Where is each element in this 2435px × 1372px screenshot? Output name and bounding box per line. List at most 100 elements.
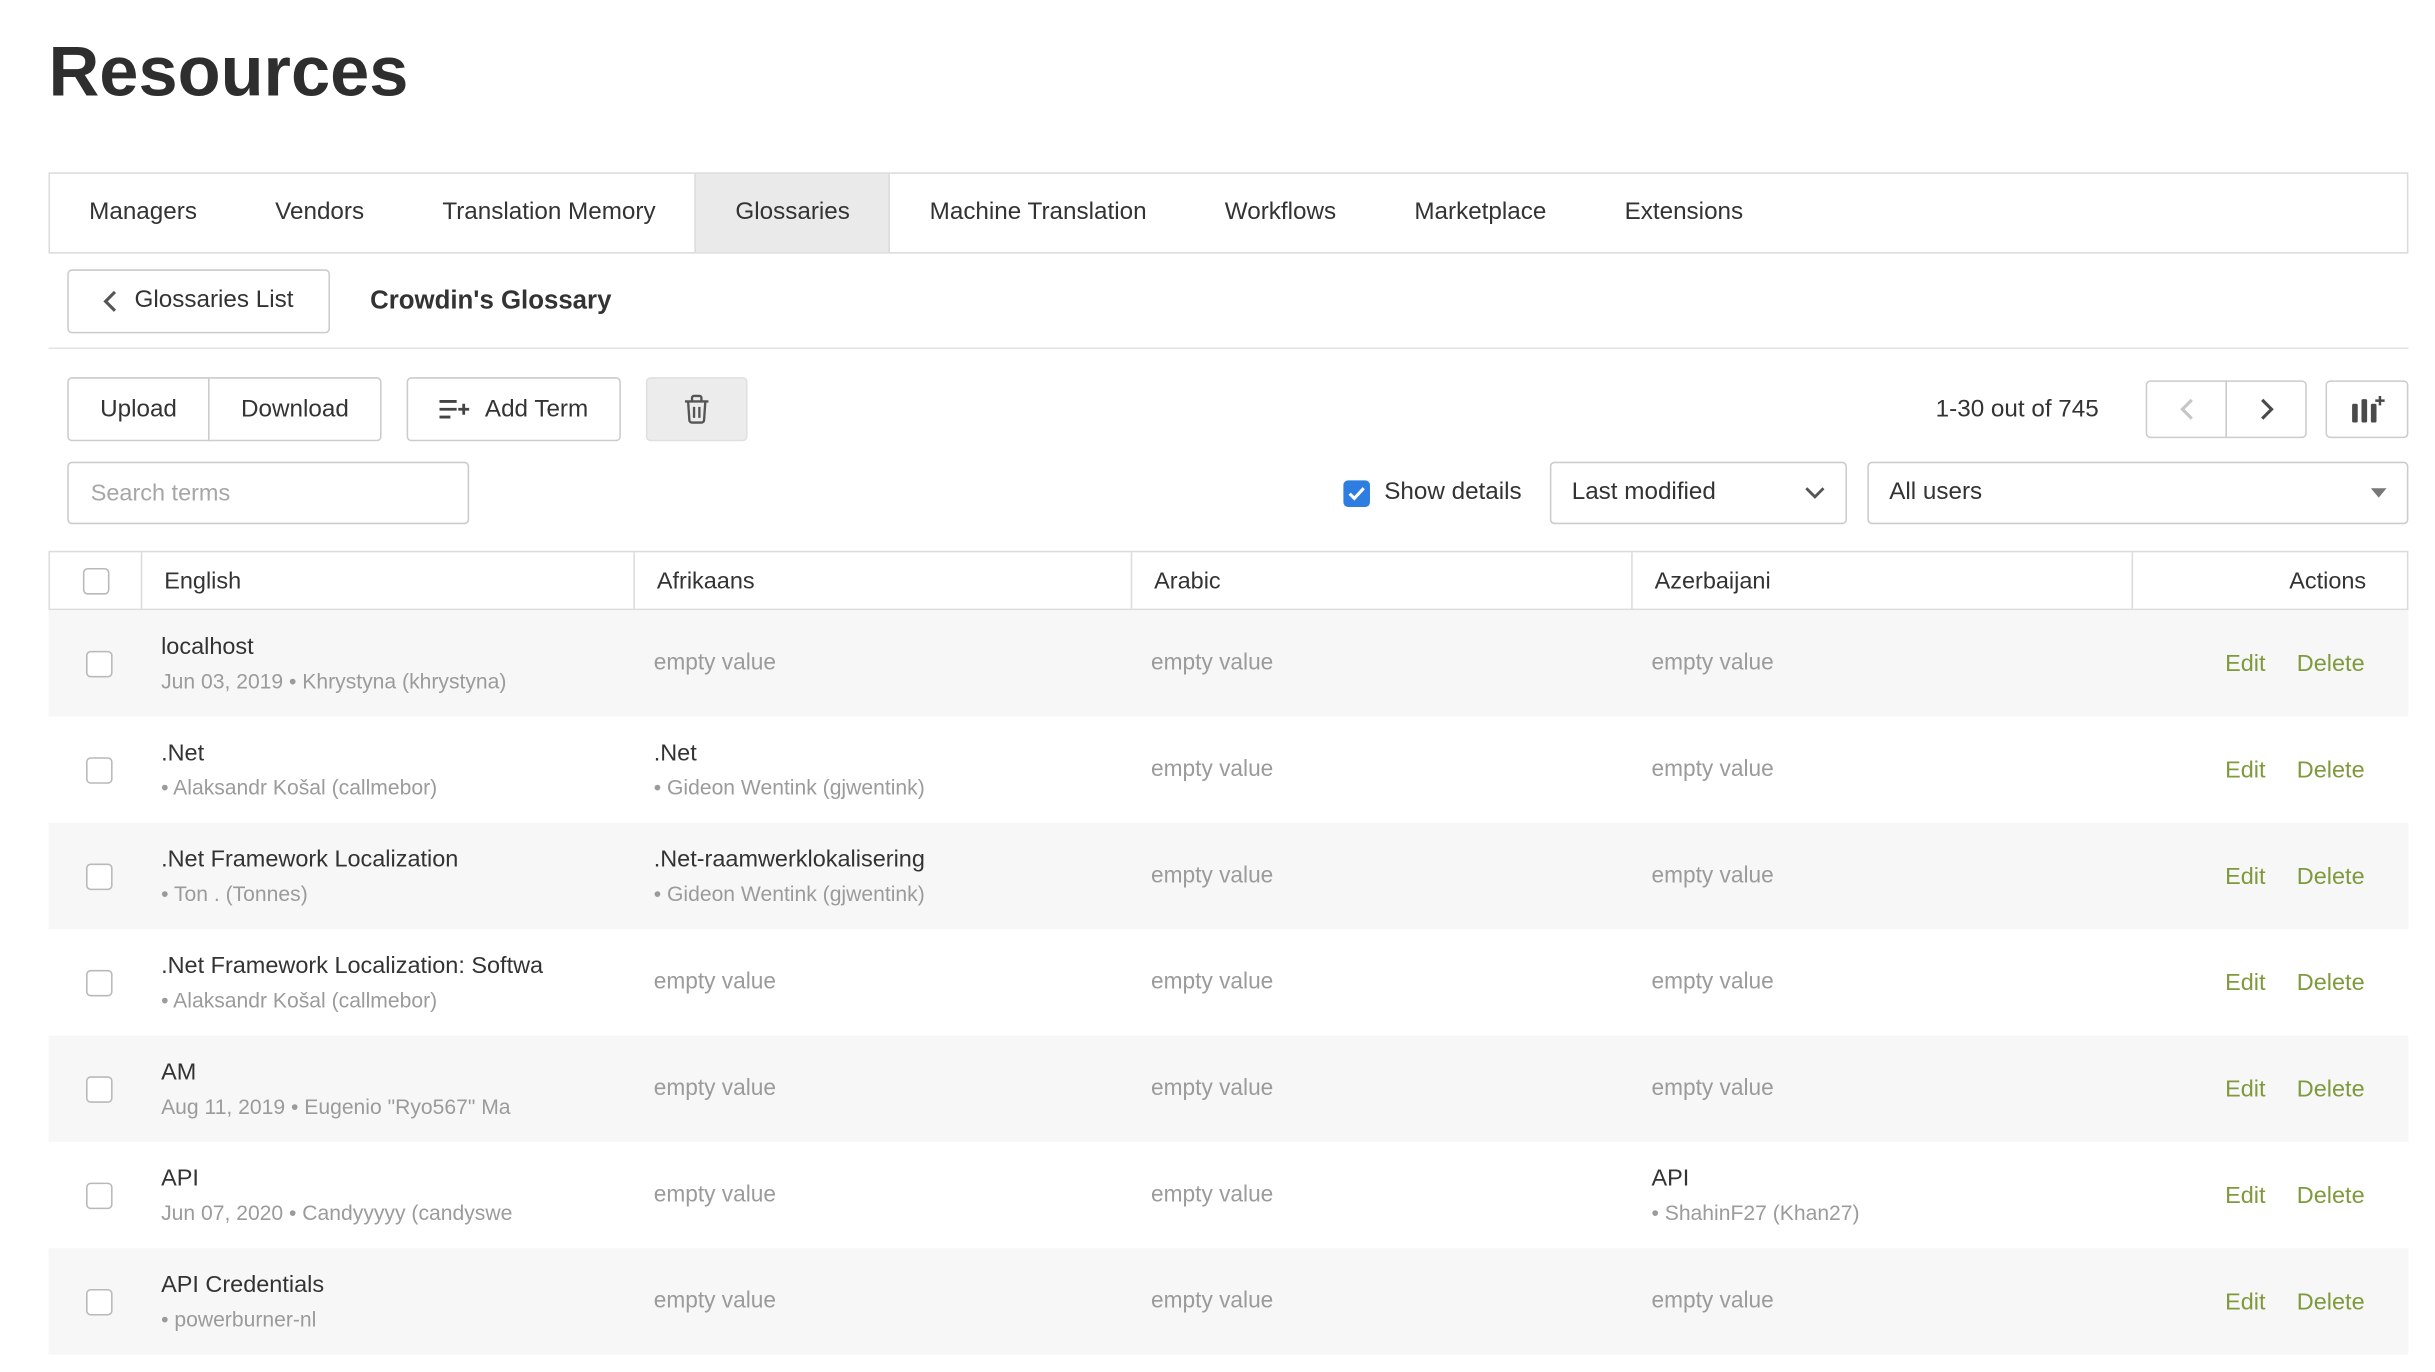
search-input[interactable] [67,462,469,525]
term-meta: Jun 07, 2020 • Candyyyyy (candyswe [161,1201,610,1224]
cell-actions: Edit Delete [2130,1248,2408,1354]
delete-link[interactable]: Delete [2297,756,2365,783]
delete-link[interactable]: Delete [2297,1075,2365,1102]
cell-afrikaans: empty value [632,929,1129,1035]
tab-managers[interactable]: Managers [50,174,236,252]
term-text: API Credentials [161,1272,610,1299]
delete-selected-button[interactable] [646,377,748,441]
cell-arabic: empty value [1129,610,1629,716]
table-row: API Jun 07, 2020 • Candyyyyy (candyswe e… [48,1142,2408,1248]
delete-link[interactable]: Delete [2297,863,2365,890]
row-checkbox[interactable] [86,650,113,677]
chevron-left-icon [2179,398,2193,421]
sort-select[interactable]: Last modified [1550,462,1847,525]
empty-value: empty value [1151,1289,1608,1314]
cell-azerbaijani: empty value [1630,1036,2130,1142]
tab-translation-memory[interactable]: Translation Memory [403,174,694,252]
edit-link[interactable]: Edit [2225,969,2265,996]
term-meta: • ShahinF27 (Khan27) [1651,1201,2108,1224]
delete-link[interactable]: Delete [2297,969,2365,996]
row-checkbox[interactable] [86,756,113,783]
checkbox-checked-icon [1344,480,1371,507]
resources-page: Resources Managers Vendors Translation M… [0,30,2435,1372]
row-checkbox[interactable] [86,1075,113,1102]
cell-english: AM Aug 11, 2019 • Eugenio "Ryo567" Ma [139,1036,632,1142]
table-header: English Afrikaans Arabic Azerbaijani Act… [48,551,2408,610]
columns-icon [2350,394,2384,424]
cell-arabic: empty value [1129,823,1629,929]
delete-link[interactable]: Delete [2297,1288,2365,1315]
row-checkbox[interactable] [86,1182,113,1209]
row-checkbox-cell [48,1036,139,1142]
table-row: localhost Jun 03, 2019 • Khrystyna (khry… [48,610,2408,716]
glossaries-list-back-button[interactable]: Glossaries List [67,268,329,332]
row-checkbox-cell [48,1248,139,1354]
download-button[interactable]: Download [208,377,381,441]
empty-value: empty value [654,1183,1108,1208]
cell-afrikaans: .Net-raamwerklokalisering • Gideon Wenti… [632,823,1129,929]
term-text: .Net Framework Localization [161,846,610,873]
next-page-button[interactable] [2225,380,2306,438]
cell-english: .Net Framework Localization: Softwa • Al… [139,929,632,1035]
upload-download-group: Upload Download [67,377,381,441]
table-row: API Credentials • powerburner-nl empty v… [48,1248,2408,1354]
empty-value: empty value [1151,1183,1608,1208]
trash-icon [684,394,711,424]
column-header-afrikaans[interactable]: Afrikaans [633,552,1130,608]
empty-value: empty value [1651,757,2108,782]
tab-marketplace[interactable]: Marketplace [1375,174,1585,252]
select-all-cell [50,552,141,608]
column-header-english[interactable]: English [141,552,634,608]
chevron-left-icon [103,289,117,312]
empty-value: empty value [1651,864,2108,889]
delete-link[interactable]: Delete [2297,650,2365,677]
cell-english: .Net Framework Localization • Ton . (Ton… [139,823,632,929]
toolbar: Upload Download Add Term 1-30 out of 745 [48,377,2408,441]
tab-vendors[interactable]: Vendors [236,174,403,252]
term-meta: • Gideon Wentink (gjwentink) [654,882,1108,905]
chevron-right-icon [2259,398,2273,421]
term-text: .Net [654,740,1108,767]
tab-extensions[interactable]: Extensions [1585,174,1782,252]
configure-columns-button[interactable] [2326,380,2409,438]
filter-right: Show details Last modified All users [1344,462,2409,525]
row-checkbox[interactable] [86,969,113,996]
select-all-checkbox[interactable] [83,567,110,594]
delete-link[interactable]: Delete [2297,1182,2365,1209]
cell-arabic: empty value [1129,1142,1629,1248]
row-checkbox[interactable] [86,863,113,890]
tab-glossaries[interactable]: Glossaries [695,174,891,252]
edit-link[interactable]: Edit [2225,1075,2265,1102]
show-details-checkbox[interactable]: Show details [1344,479,1522,507]
cell-english: API Credentials • powerburner-nl [139,1248,632,1354]
chevron-down-icon [1805,487,1825,500]
viewport: Resources Managers Vendors Translation M… [0,0,2435,1372]
cell-actions: Edit Delete [2130,717,2408,823]
cell-actions: Edit Delete [2130,610,2408,716]
tab-workflows[interactable]: Workflows [1186,174,1376,252]
tab-machine-translation[interactable]: Machine Translation [891,174,1186,252]
users-select[interactable]: All users [1867,462,2408,525]
column-header-arabic[interactable]: Arabic [1131,552,1631,608]
edit-link[interactable]: Edit [2225,756,2265,783]
edit-link[interactable]: Edit [2225,650,2265,677]
empty-value: empty value [1151,651,1608,676]
toolbar-right: 1-30 out of 745 [1936,380,2409,438]
row-checkbox-cell [48,929,139,1035]
users-select-value: All users [1889,479,1982,507]
row-checkbox[interactable] [86,1288,113,1315]
edit-link[interactable]: Edit [2225,1288,2265,1315]
add-term-button[interactable]: Add Term [407,377,621,441]
cell-azerbaijani: empty value [1630,610,2130,716]
back-button-label: Glossaries List [134,286,293,314]
term-meta: Aug 11, 2019 • Eugenio "Ryo567" Ma [161,1095,610,1118]
column-header-azerbaijani[interactable]: Azerbaijani [1631,552,2131,608]
edit-link[interactable]: Edit [2225,1182,2265,1209]
edit-link[interactable]: Edit [2225,863,2265,890]
pagination-range: 1-30 out of 745 [1936,395,2099,423]
term-text: localhost [161,634,610,661]
term-meta: • powerburner-nl [161,1308,610,1331]
upload-button[interactable]: Upload [67,377,210,441]
prev-page-button[interactable] [2146,380,2227,438]
caret-down-icon [2371,488,2387,497]
